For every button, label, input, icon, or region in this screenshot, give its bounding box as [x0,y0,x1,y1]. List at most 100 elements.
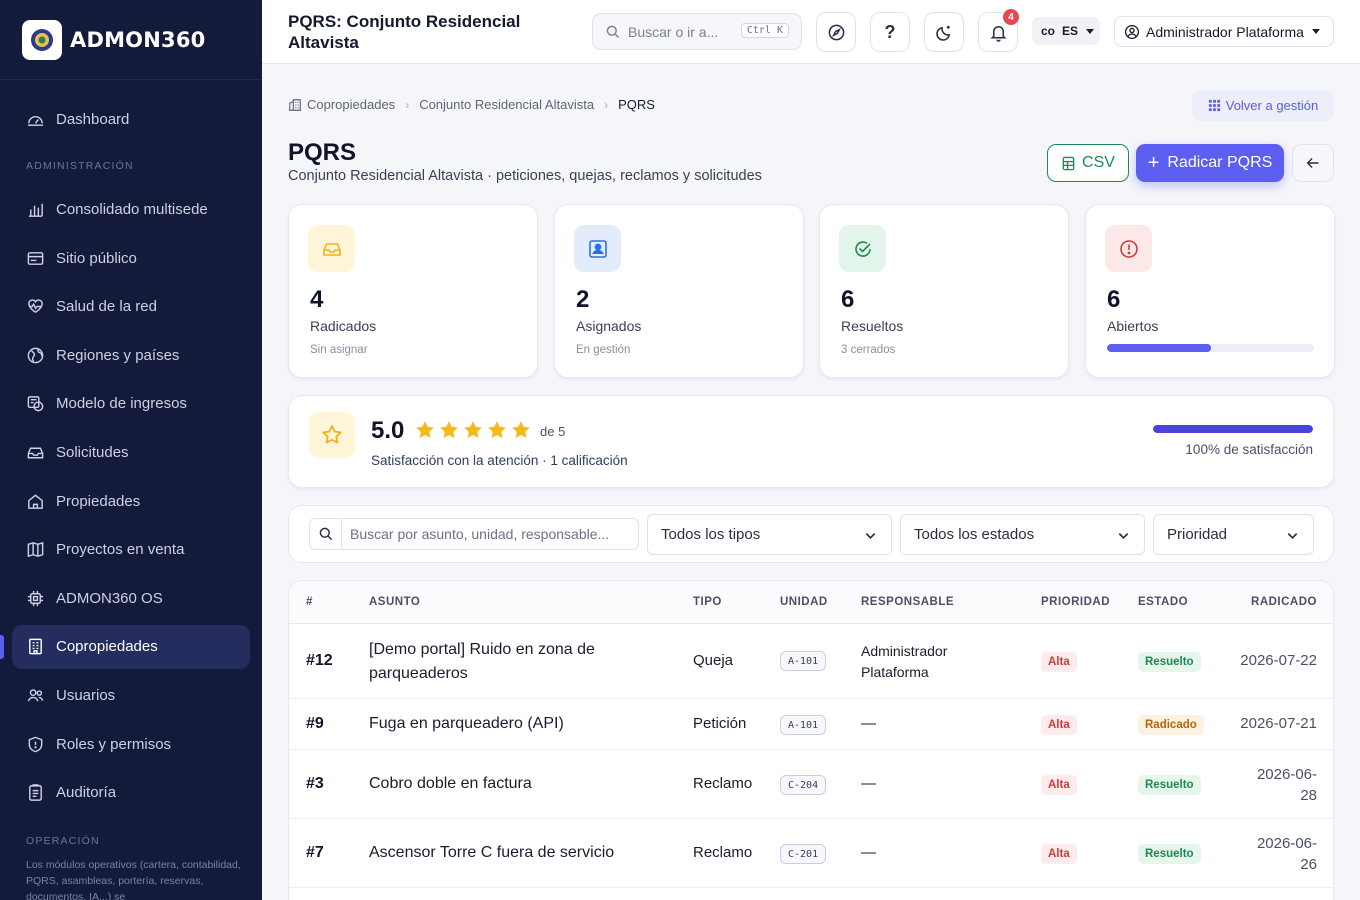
column-header[interactable]: UNIDAD [780,596,828,608]
row-unit: A-101 [780,715,827,735]
create-pqrs-button[interactable]: + Radicar PQRS [1136,144,1284,182]
sidebar-item-label: Sitio público [56,249,137,267]
sidebar-item-regiones-y-países[interactable]: Regiones y países [12,333,250,377]
sidebar-item-auditoría[interactable]: Auditoría [12,771,250,815]
priority-filter-select[interactable]: Prioridad [1153,514,1314,555]
theme-toggle-button[interactable] [924,12,964,52]
breadcrumb-link[interactable]: Copropiedades [307,97,395,112]
sidebar-item-solicitudes[interactable]: Solicitudes [12,431,250,475]
row-type: Reclamo [693,844,753,861]
sidebar-nav: Dashboard [0,80,262,141]
bell-icon [989,25,1007,42]
user-menu[interactable]: Administrador Plataforma [1114,16,1334,47]
help-button[interactable]: ? [870,12,910,52]
star-icon [464,421,482,438]
sidebar-item-copropiedades[interactable]: Copropiedades [0,624,250,669]
sidebar-item-dashboard[interactable]: Dashboard [12,97,250,141]
status-filter-value: Todos los estados [914,526,1035,543]
row-owner: — [861,775,876,792]
table-row[interactable]: #12 [Demo portal] Ruido en zona de parqu… [289,624,1333,699]
sidebar-item-label: Regiones y países [56,346,180,364]
column-header[interactable]: ESTADO [1138,596,1188,608]
stat-card-radicados: 4 Radicados Sin asignar [288,204,538,378]
sidebar-item-modelo-de-ingresos[interactable]: Modelo de ingresos [12,382,250,426]
row-number: #9 [306,715,324,732]
global-search-input[interactable]: Buscar o ir a... Ctrl K [592,13,802,50]
status-badge: Resuelto [1138,652,1201,672]
stat-card-abiertos: 6 Abiertos [1085,204,1335,378]
table-header: # ASUNTO TIPO UNIDAD RESPONSABLE PRIORID… [289,581,1333,624]
clipboard-icon [29,784,42,802]
pqrs-search-input[interactable]: Buscar por asunto, unidad, responsable..… [309,518,639,550]
star-icon [309,412,355,458]
inbox-icon [308,225,355,272]
status-filter-select[interactable]: Todos los estados [900,514,1145,555]
sidebar-item-label: Solicitudes [56,444,129,462]
page-title: PQRS [288,139,357,166]
column-header[interactable]: TIPO [693,596,722,608]
table-row[interactable]: #9 Fuga en parqueadero (API) Petición A-… [289,699,1333,750]
explore-button[interactable] [816,12,856,52]
spreadsheet-icon [1062,156,1075,170]
sidebar-item-propiedades[interactable]: Propiedades [12,479,250,523]
users-icon [27,689,44,702]
sidebar-item-roles-y-permisos[interactable]: Roles y permisos [12,722,250,766]
stat-value: 4 [310,286,324,313]
chevron-down-icon [1118,533,1129,540]
row-owner: Administrador Plataforma [861,643,948,680]
back-to-management-label: Volver a gestión [1225,98,1319,113]
star-icon [488,421,506,438]
sidebar-item-salud-de-la-red[interactable]: Salud de la red [12,285,250,329]
stat-sub: En gestión [576,344,631,356]
row-subject[interactable]: Cobro doble en factura [369,775,532,793]
type-filter-select[interactable]: Todos los tipos [647,514,892,555]
bar-chart-icon [28,203,43,217]
stat-card-asignados: 2 Asignados En gestión [554,204,804,378]
back-to-management-button[interactable]: Volver a gestión [1192,90,1334,121]
sidebar-item-consolidado-multisede[interactable]: Consolidado multisede [12,188,250,232]
sidebar-item-admon360-os[interactable]: ADMON360 OS [12,576,250,620]
priority-badge: Alta [1041,715,1077,735]
row-subject[interactable]: [Demo portal] Ruido en zona de parqueade… [369,638,639,686]
sidebar-item-usuarios[interactable]: Usuarios [12,674,250,718]
export-csv-label: CSV [1082,154,1115,171]
sidebar-item-sitio-público[interactable]: Sitio público [12,236,250,280]
column-header[interactable]: RESPONSABLE [861,596,954,608]
rating-value: 5.0 [371,417,405,444]
row-subject[interactable]: Fuga en parqueadero (API) [369,715,564,733]
status-badge: Resuelto [1138,844,1201,864]
column-header[interactable]: # [306,596,313,608]
row-owner: — [861,844,876,861]
type-filter-value: Todos los tipos [661,526,761,543]
table-row[interactable]: #3 Cobro doble en factura Reclamo C-204 … [289,750,1333,819]
row-subject[interactable]: Ascensor Torre C fuera de servicio [369,844,614,862]
map-icon [27,542,44,558]
sidebar-admin-list: Consolidado multisede Sitio público Salud … [0,188,262,815]
export-csv-button[interactable]: CSV [1047,144,1129,182]
table-row[interactable]: #7 Ascensor Torre C fuera de servicio Re… [289,819,1333,888]
sidebar: ADMON360 Dashboard ADMINISTRACIÓN Consol… [0,0,262,900]
stat-value: 6 [841,286,855,313]
search-icon [310,519,342,549]
sidebar-item-proyectos-en-venta[interactable]: Proyectos en venta [12,528,250,572]
language-select[interactable]: co ES [1032,17,1100,45]
breadcrumb-link[interactable]: Conjunto Residencial Altavista [419,97,594,112]
chevron-down-icon [1311,29,1320,34]
sidebar-section-ops: OPERACIÓN [26,835,100,848]
satisfaction-label: 100% de satisfacción [1185,442,1313,457]
satisfaction-fill [1153,425,1313,433]
row-number: #3 [306,775,324,792]
stat-value: 2 [576,286,590,313]
row-date: 2026-07-22 [1240,652,1317,669]
chevron-right-icon: › [405,97,410,112]
star-icon [512,421,530,438]
star-icon [440,421,458,438]
brand[interactable]: ADMON360 [0,0,262,80]
column-header[interactable]: RADICADO [1251,596,1317,608]
sidebar-item-label: Copropiedades [56,638,158,656]
notifications-button[interactable]: 4 [978,9,1019,52]
back-button[interactable] [1292,144,1334,182]
column-header[interactable]: ASUNTO [369,596,420,608]
breadcrumb-current: PQRS [618,97,655,112]
column-header[interactable]: PRIORIDAD [1041,596,1110,608]
